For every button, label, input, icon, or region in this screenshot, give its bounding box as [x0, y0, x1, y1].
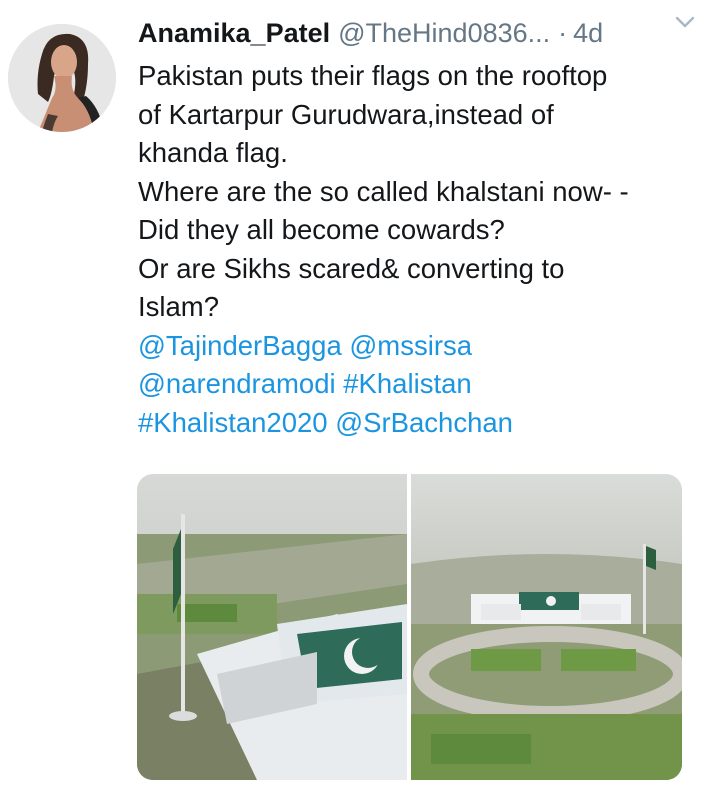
tweet-card[interactable]: Anamika_Patel @TheHind0836... · 4d Pakis… [0, 0, 705, 792]
avatar[interactable] [8, 24, 116, 132]
media-image [411, 474, 682, 780]
tweet-timestamp[interactable]: 4d [573, 18, 603, 49]
mentions-line: @narendramodi #Khalistan [138, 365, 688, 404]
separator-dot: · [558, 18, 568, 48]
mention-link[interactable]: @SrBachchan [335, 407, 513, 438]
mentions-line: #Khalistan2020 @SrBachchan [138, 404, 688, 443]
avatar-image [8, 24, 116, 132]
photo-kartarpur-aerial-wide[interactable] [411, 474, 682, 780]
photo-kartarpur-flag-closeup[interactable] [137, 474, 407, 780]
author-handle[interactable]: @TheHind0836... [338, 18, 550, 49]
media-image [137, 474, 407, 780]
mention-link[interactable]: @narendramodi [138, 368, 336, 399]
chevron-down-icon[interactable] [673, 10, 697, 34]
mentions-line: @TajinderBagga @mssirsa [138, 327, 688, 366]
hashtag-link[interactable]: #Khalistan2020 [138, 407, 328, 438]
tweet-text-line: khanda flag. [138, 137, 288, 168]
author-display-name[interactable]: Anamika_Patel [138, 18, 330, 49]
tweet-text-line: of Kartarpur Gurudwara,instead of [138, 98, 554, 130]
mention-link[interactable]: @TajinderBagga [138, 330, 342, 361]
tweet-text: Pakistan puts their flags on the rooftop… [138, 57, 688, 442]
tweet-text-line: Islam? [138, 291, 219, 322]
tweet-text-line: Did they all become cowards? [138, 214, 505, 245]
tweet-text-line: Where are the so called khalstani now- - [138, 175, 629, 207]
tweet-text-line: Or are Sikhs scared& converting to [138, 252, 565, 284]
tweet-text-line: Pakistan puts their flags on the rooftop [138, 60, 608, 91]
hashtag-link[interactable]: #Khalistan [343, 368, 471, 399]
media-grid [137, 474, 682, 780]
mention-link[interactable]: @mssirsa [349, 330, 472, 361]
tweet-header: Anamika_Patel @TheHind0836... · 4d [138, 18, 688, 58]
